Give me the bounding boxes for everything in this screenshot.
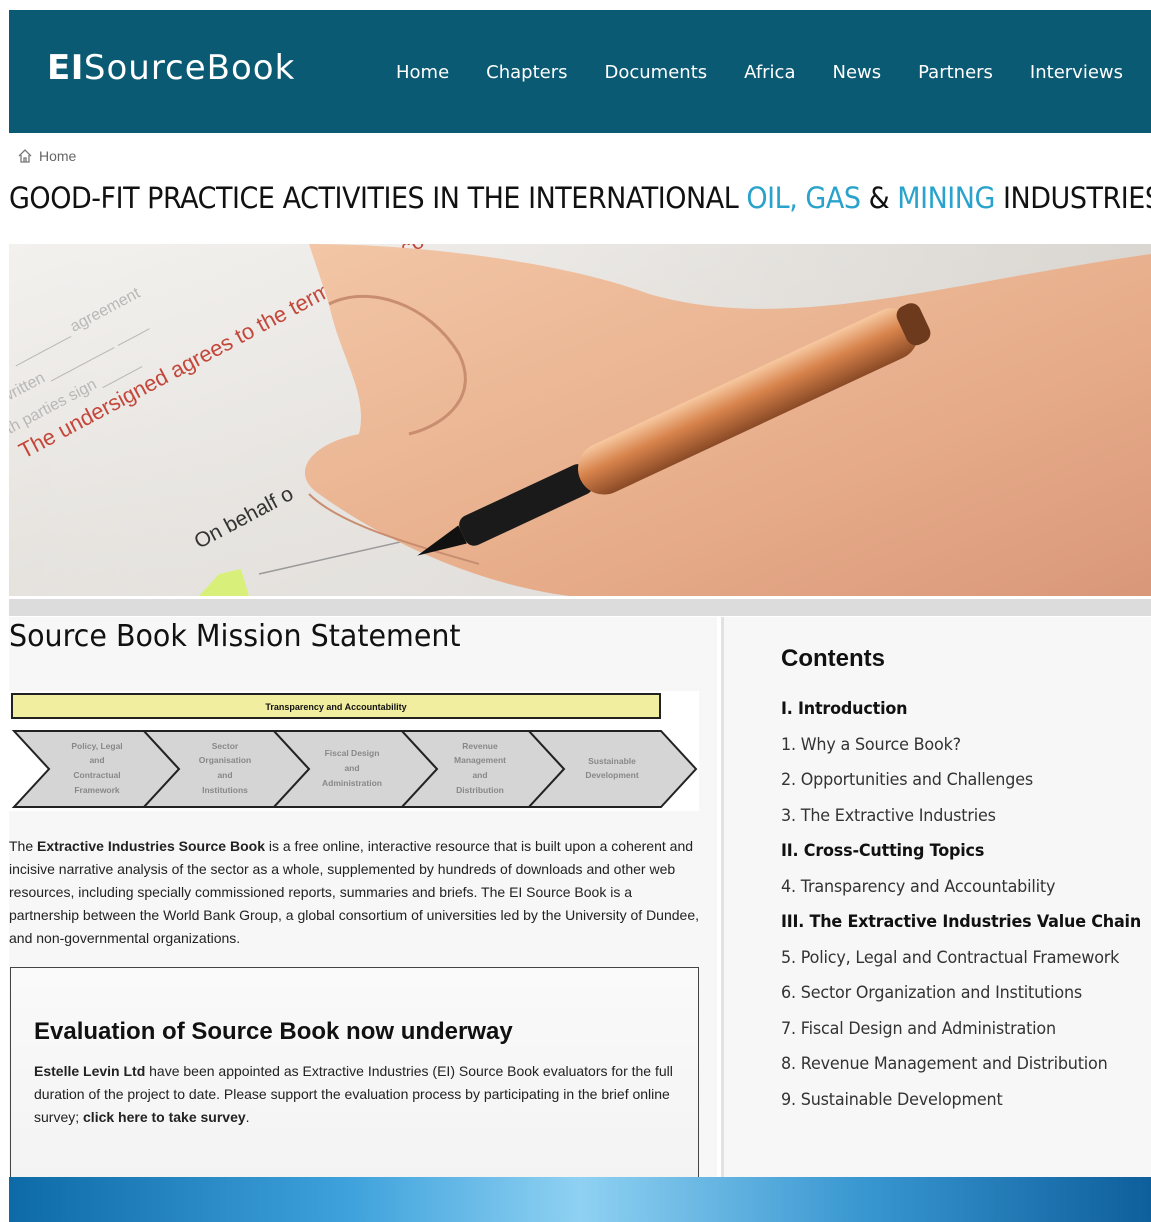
logo-ei: EI [47,48,84,88]
toc-item-sustainable-development[interactable]: 9. Sustainable Development [781,1083,1141,1119]
mission-title: Source Book Mission Statement [9,619,461,654]
main-nav: Home Chapters Documents Africa News Part… [359,62,1123,83]
toc-item-transparency[interactable]: 4. Transparency and Accountability [781,870,1141,906]
main-content: Source Book Mission Statement Transparen… [9,617,717,1178]
nav-africa[interactable]: Africa [744,62,795,83]
step-4-l3: and [472,770,487,780]
hero-illustration: a_____ and the _______ agreement signed … [9,244,1151,596]
step-1-l3: Contractual [73,770,120,780]
title-part2: INDUSTRIES [994,181,1151,215]
nav-chapters[interactable]: Chapters [486,62,567,83]
value-chain-svg: Transparency and Accountability Policy, … [11,693,698,808]
toc-item-why-source-book[interactable]: 1. Why a Source Book? [781,728,1141,764]
contents-title: Contents [781,645,885,672]
evaluator-name: Estelle Levin Ltd [34,1063,146,1079]
contents-sidebar: Contents I. Introduction 1. Why a Source… [721,617,1151,1177]
bottom-banner [9,1177,1151,1222]
evaluation-title: Evaluation of Source Book now underway [34,1018,513,1045]
toc-item-opportunities[interactable]: 2. Opportunities and Challenges [781,763,1141,799]
evaluation-box: Evaluation of Source Book now underway E… [10,967,699,1178]
toc-item-policy[interactable]: 5. Policy, Legal and Contractual Framewo… [781,941,1141,977]
step-2-l2: Organisation [199,755,251,765]
hero-image: a_____ and the _______ agreement signed … [9,244,1151,596]
site-header: EISourceBook Home Chapters Documents Afr… [9,10,1151,133]
step-2-l1: Sector [212,741,239,751]
step-4-l1: Revenue [462,741,498,751]
step-2-l4: Institutions [202,785,248,795]
toc-item-value-chain[interactable]: III. The Extractive Industries Value Cha… [781,905,1141,941]
step-1-l1: Policy, Legal [71,741,122,751]
nav-home[interactable]: Home [396,62,449,83]
breadcrumb: Home [17,148,76,164]
breadcrumb-home[interactable]: Home [39,148,76,164]
toc-item-introduction[interactable]: I. Introduction [781,692,1141,728]
mission-text-bold: Extractive Industries Source Book [37,838,265,854]
value-chain-diagram: Transparency and Accountability Policy, … [9,691,699,811]
diagram-banner: Transparency and Accountability [265,702,406,712]
page-title: GOOD-FIT PRACTICE ACTIVITIES IN THE INTE… [9,181,1151,215]
step-4-l2: Management [454,755,506,765]
contents-list: I. Introduction 1. Why a Source Book? 2.… [781,692,1151,1118]
step-1-l4: Framework [74,785,120,795]
title-oil-gas: OIL, GAS [746,181,861,215]
toc-item-fiscal-design[interactable]: 7. Fiscal Design and Administration [781,1012,1141,1048]
toc-item-extractive-industries[interactable]: 3. The Extractive Industries [781,799,1141,835]
step-3-l1: Fiscal Design [325,748,380,758]
home-icon [18,149,32,163]
step-2-l3: and [217,770,232,780]
title-mining: MINING [897,181,995,215]
title-amp: & [860,181,898,215]
evaluation-text: Estelle Levin Ltd have been appointed as… [34,1060,674,1129]
mission-text-the: The [9,838,38,854]
nav-interviews[interactable]: Interviews [1030,62,1123,83]
title-part1: GOOD-FIT PRACTICE ACTIVITIES IN THE INTE… [9,181,747,215]
evaluation-text-end: . [245,1109,250,1125]
step-3-l3: Administration [322,778,382,788]
step-5-l1: Sustainable [588,756,636,766]
toc-item-cross-cutting[interactable]: II. Cross-Cutting Topics [781,834,1141,870]
site-logo[interactable]: EISourceBook [47,48,295,88]
toc-item-revenue-management[interactable]: 8. Revenue Management and Distribution [781,1047,1141,1083]
survey-link[interactable]: click here to take survey [83,1109,246,1125]
nav-documents[interactable]: Documents [605,62,708,83]
step-3-l2: and [344,763,359,773]
toc-item-sector-organization[interactable]: 6. Sector Organization and Institutions [781,976,1141,1012]
step-1-l2: and [89,755,104,765]
step-4-l4: Distribution [456,785,504,795]
logo-sourcebook: SourceBook [83,48,296,88]
mission-text: The Extractive Industries Source Book is… [9,835,704,950]
nav-partners[interactable]: Partners [918,62,993,83]
nav-news[interactable]: News [832,62,881,83]
mission-text-rest: is a free online, interactive resource t… [9,838,699,946]
hero-divider [9,599,1151,616]
step-5-l2: Development [585,770,639,780]
